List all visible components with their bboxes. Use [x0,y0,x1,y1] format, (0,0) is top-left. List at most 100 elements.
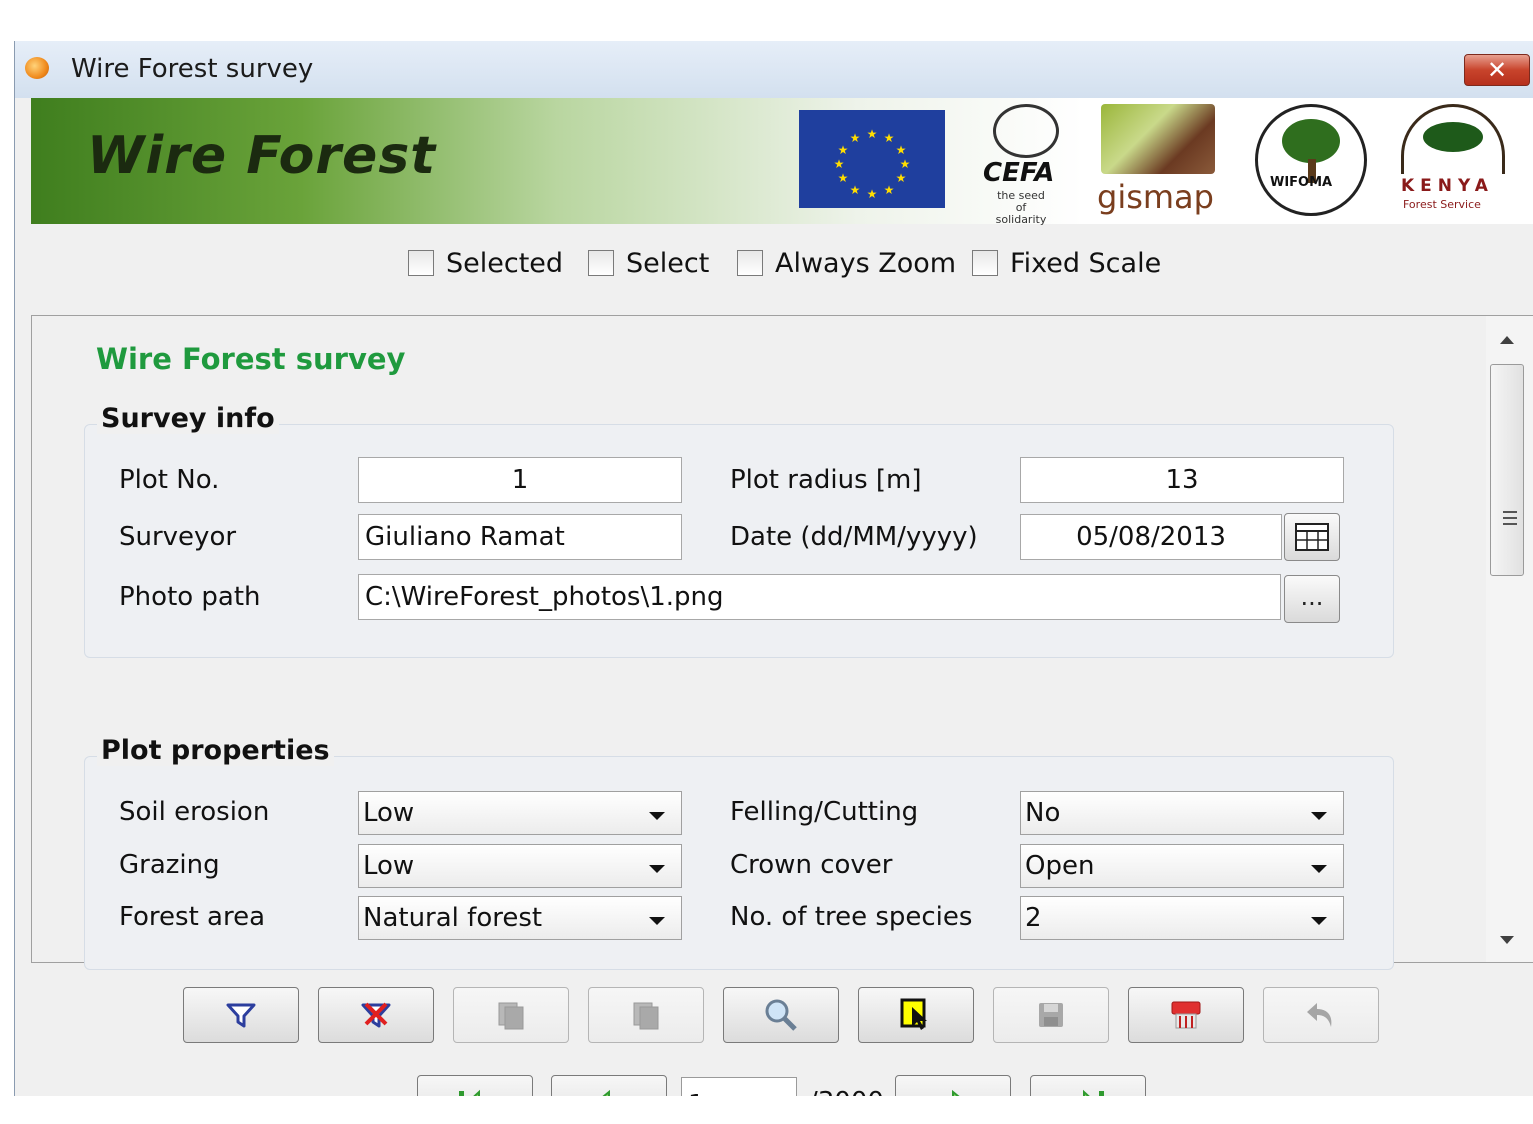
gismap-mark-icon [1101,104,1215,174]
tree-icon [1282,119,1340,163]
filter-button[interactable] [183,987,299,1043]
grazing-label: Grazing [119,850,220,880]
surveyor-label: Surveyor [119,522,237,552]
title-bar: Wire Forest survey ✕ [15,41,1533,98]
action-toolbar [15,987,1533,1047]
plot-radius-field[interactable]: 13 [1020,457,1344,503]
scroll-up-icon[interactable] [1500,336,1514,344]
soil-erosion-dropdown[interactable]: Low [358,791,682,835]
kenya-forest-service-logo: KENYA Forest Service [1397,104,1511,216]
always-zoom-checkbox[interactable]: Always Zoom [737,246,956,280]
calendar-button[interactable] [1284,513,1340,561]
svg-text:★: ★ [867,127,878,141]
svg-text:★: ★ [900,157,911,171]
chevron-down-icon [1311,865,1327,873]
copy-button[interactable] [453,987,569,1043]
felling-cutting-label: Felling/Cutting [730,797,919,827]
undo-button[interactable] [1263,987,1379,1043]
chevron-down-icon [649,812,665,820]
fixed-scale-checkbox[interactable]: Fixed Scale [972,246,1161,280]
vertical-scrollbar[interactable] [1486,316,1533,962]
form-title: Wire Forest survey [96,342,406,376]
scroll-thumb[interactable] [1490,364,1524,576]
select-feature-icon [900,998,927,1030]
svg-text:★: ★ [834,157,845,171]
svg-text:★: ★ [850,183,861,197]
select-checkbox[interactable]: Select [588,246,709,280]
cefa-logo: CEFA the seed of solidarity [979,104,1071,226]
selected-checkbox[interactable]: Selected [408,246,563,280]
next-record-button[interactable] [895,1075,1011,1096]
delete-icon [1171,1001,1201,1029]
scroll-down-icon[interactable] [1500,936,1514,944]
browse-button[interactable]: ... [1284,575,1340,623]
first-record-button[interactable] [417,1075,533,1096]
eu-stars-icon: ★ ★ ★ ★ ★ ★ ★ ★ ★ ★ ★ ★ [834,127,911,201]
photo-path-field[interactable]: C:\WireForest_photos\1.png [358,574,1281,620]
select-feature-button[interactable] [858,987,974,1043]
zoom-button[interactable] [723,987,839,1043]
svg-text:★: ★ [838,143,849,157]
checkbox-box[interactable] [972,250,998,276]
next-record-icon [952,1089,960,1096]
tree-icon [1423,122,1483,152]
clear-filter-icon [361,1002,391,1028]
clear-filter-button[interactable] [318,987,434,1043]
save-button[interactable] [993,987,1109,1043]
chevron-down-icon [1311,812,1327,820]
delete-button[interactable] [1128,987,1244,1043]
checkbox-box[interactable] [408,250,434,276]
soil-erosion-label: Soil erosion [119,797,270,827]
felling-cutting-dropdown[interactable]: No [1020,791,1344,835]
svg-text:★: ★ [896,171,907,185]
gismap-logo: gismap [1097,104,1219,216]
close-button[interactable]: ✕ [1464,54,1530,86]
paste-button[interactable] [588,987,704,1043]
date-field[interactable]: 05/08/2013 [1020,514,1282,560]
save-icon [1039,1003,1063,1027]
zoom-icon [765,999,797,1031]
svg-text:★: ★ [896,143,907,157]
photo-path-label: Photo path [119,582,261,612]
crown-cover-dropdown[interactable]: Open [1020,844,1344,888]
undo-icon [1307,1003,1332,1027]
wifoma-logo: WIFOMA [1255,104,1367,216]
svg-text:★: ★ [884,183,895,197]
eu-flag-logo: ★ ★ ★ ★ ★ ★ ★ ★ ★ ★ ★ ★ [799,110,945,208]
plot-no-field[interactable]: 1 [358,457,682,503]
svg-text:★: ★ [850,131,861,145]
svg-text:★: ★ [838,171,849,185]
svg-text:★: ★ [867,187,878,201]
page-total: /3000 [809,1087,884,1096]
checkbox-box[interactable] [588,250,614,276]
globe-icon [993,104,1059,158]
date-label: Date (dd/MM/yyyy) [730,522,978,552]
plot-properties-group: Plot properties Soil erosion Low Felling… [84,735,1394,970]
paste-icon [633,1002,659,1030]
window-title: Wire Forest survey [71,54,314,84]
plot-no-label: Plot No. [119,465,220,495]
options-row: Selected Select Always Zoom Fixed Scale [15,224,1533,314]
grazing-dropdown[interactable]: Low [358,844,682,888]
last-record-button[interactable] [1030,1075,1146,1096]
calendar-icon [1295,523,1329,551]
group-legend: Survey info [97,403,279,434]
surveyor-field[interactable]: Giuliano Ramat [358,514,682,560]
chevron-down-icon [649,865,665,873]
checkbox-box[interactable] [737,250,763,276]
app-icon [25,57,49,79]
app-window: Wire Forest survey ✕ Wire Forest ★ ★ ★ ★… [14,41,1533,1096]
last-record-icon [1083,1089,1104,1096]
forest-area-dropdown[interactable]: Natural forest [358,896,682,940]
chevron-down-icon [1311,917,1327,925]
grip-icon [1503,511,1517,525]
close-icon: ✕ [1486,56,1508,84]
header-banner: Wire Forest ★ ★ ★ ★ ★ ★ ★ ★ ★ ★ ★ ★ CEFA… [31,98,1533,226]
previous-record-button[interactable] [551,1075,667,1096]
tree-species-dropdown[interactable]: 2 [1020,896,1344,940]
forest-area-label: Forest area [119,902,266,932]
page-number-input[interactable]: 1 [681,1077,797,1096]
svg-text:★: ★ [884,131,895,145]
form-scroll-panel[interactable]: Wire Forest survey Survey info Plot No. … [31,315,1533,970]
tree-species-label: No. of tree species [730,902,973,932]
